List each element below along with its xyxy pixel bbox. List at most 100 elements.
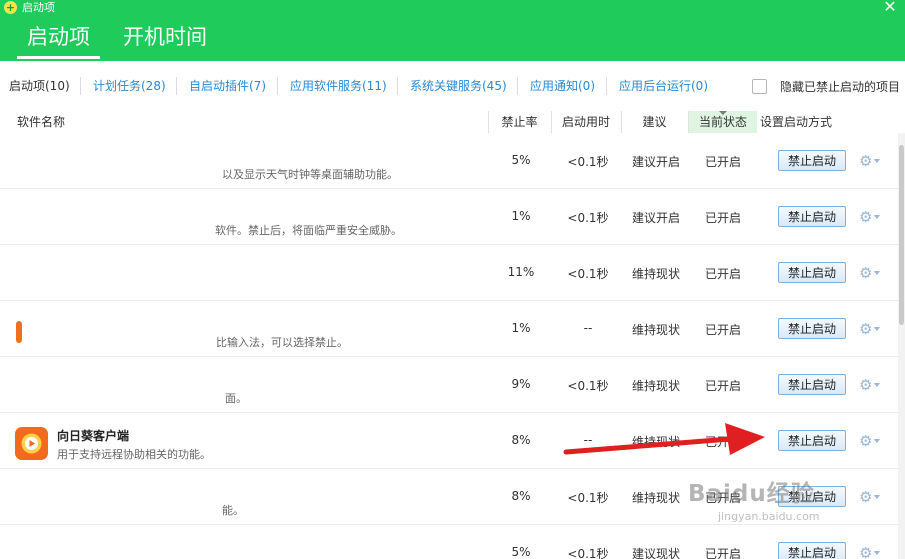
subtab-app-services[interactable]: 应用软件服务(11) bbox=[290, 79, 387, 93]
tab-divider bbox=[277, 77, 278, 95]
column-header-action[interactable]: 设置启动方式 bbox=[760, 111, 832, 133]
sort-down-icon bbox=[719, 111, 727, 115]
column-header-status-label: 当前状态 bbox=[698, 115, 747, 129]
item-disable-rate: 8% bbox=[511, 433, 531, 447]
item-disable-rate: 5% bbox=[511, 545, 531, 559]
table-row[interactable]: 11% <0.1秒 维持现状 已开启 禁止启动 ⚙ bbox=[0, 245, 905, 301]
subtab-system-services[interactable]: 系统关键服务(45) bbox=[410, 79, 507, 93]
column-header-status[interactable]: 当前状态 bbox=[689, 111, 757, 133]
column-header-rate[interactable]: 禁止率 bbox=[488, 111, 551, 133]
subtab-app-notifications[interactable]: 应用通知(0) bbox=[530, 79, 595, 93]
startup-settings-menu[interactable]: ⚙ bbox=[859, 208, 883, 226]
startup-settings-menu[interactable]: ⚙ bbox=[859, 152, 883, 170]
item-description: 比输入法，可以选择禁止。 bbox=[216, 336, 348, 349]
item-startup-time: <0.1秒 bbox=[567, 379, 609, 393]
chevron-down-icon bbox=[874, 495, 881, 499]
chevron-down-icon bbox=[874, 215, 881, 219]
table-header: 软件名称 禁止率 启动用时 建议 当前状态 设置启动方式 bbox=[0, 111, 905, 134]
tab-divider bbox=[80, 77, 81, 95]
item-status: 已开启 bbox=[704, 155, 741, 169]
startup-items-list: 以及显示天气时钟等桌面辅助功能。 5% <0.1秒 建议开启 已开启 禁止启动 … bbox=[0, 133, 905, 559]
sub-tab-bar: 启动项(10) 计划任务(28) 自启动插件(7) 应用软件服务(11) 系统关… bbox=[0, 61, 905, 112]
item-suggestion: 建议开启 bbox=[631, 211, 680, 225]
disable-startup-button[interactable]: 禁止启动 bbox=[778, 262, 846, 283]
startup-settings-menu[interactable]: ⚙ bbox=[859, 320, 883, 338]
disable-startup-button[interactable]: 禁止启动 bbox=[778, 206, 846, 227]
hide-disabled-toggle[interactable]: 隐藏已禁止启动的项目 bbox=[752, 78, 900, 95]
subtab-startup-items[interactable]: 启动项(10) bbox=[9, 79, 70, 93]
item-disable-rate: 1% bbox=[511, 321, 531, 335]
window-title: 启动项 bbox=[22, 1, 55, 14]
table-row[interactable]: 面。 9% <0.1秒 维持现状 已开启 禁止启动 ⚙ bbox=[0, 357, 905, 413]
table-row[interactable]: 能。 8% <0.1秒 维持现状 已开启 禁止启动 ⚙ bbox=[0, 469, 905, 525]
item-startup-time: -- bbox=[583, 433, 593, 447]
table-row[interactable]: 软件。禁止后，将面临严重安全威胁。 1% <0.1秒 建议开启 已开启 禁止启动… bbox=[0, 189, 905, 245]
hide-disabled-label: 隐藏已禁止启动的项目 bbox=[780, 80, 901, 94]
item-status: 已开启 bbox=[704, 435, 741, 449]
table-row[interactable]: 以及显示天气时钟等桌面辅助功能。 5% <0.1秒 建议开启 已开启 禁止启动 … bbox=[0, 133, 905, 189]
item-suggestion: 维持现状 bbox=[631, 491, 680, 505]
disable-startup-button[interactable]: 禁止启动 bbox=[778, 486, 846, 507]
column-header-name[interactable]: 软件名称 bbox=[17, 111, 65, 133]
gear-icon: ⚙ bbox=[859, 264, 873, 282]
item-disable-rate: 1% bbox=[511, 209, 531, 223]
gear-icon: ⚙ bbox=[859, 152, 873, 170]
tab-startup-items[interactable]: 启动项 bbox=[17, 23, 100, 59]
item-status: 已开启 bbox=[704, 379, 741, 393]
gear-icon: ⚙ bbox=[859, 432, 873, 450]
chevron-down-icon bbox=[874, 383, 881, 387]
tab-divider bbox=[606, 77, 607, 95]
startup-settings-menu[interactable]: ⚙ bbox=[859, 376, 883, 394]
app-logo-icon: + bbox=[4, 0, 17, 14]
item-disable-rate: 5% bbox=[511, 153, 531, 167]
item-description: 以及显示天气时钟等桌面辅助功能。 bbox=[222, 168, 398, 181]
startup-settings-menu[interactable]: ⚙ bbox=[859, 432, 883, 450]
item-status: 已开启 bbox=[704, 211, 741, 225]
scrollbar-thumb[interactable] bbox=[899, 145, 904, 325]
title-bar: + 启动项 ✕ 启动项 开机时间 bbox=[0, 0, 905, 61]
item-status: 已开启 bbox=[704, 547, 741, 559]
app-icon-partial bbox=[16, 321, 22, 343]
close-icon[interactable]: ✕ bbox=[883, 0, 897, 15]
subtab-autostart-plugins[interactable]: 自启动插件(7) bbox=[189, 79, 266, 93]
vertical-scrollbar[interactable] bbox=[898, 133, 905, 559]
startup-settings-menu[interactable]: ⚙ bbox=[859, 264, 883, 282]
item-suggestion: 维持现状 bbox=[631, 323, 680, 337]
item-suggestion: 维持现状 bbox=[631, 267, 680, 281]
tab-divider bbox=[517, 77, 518, 95]
startup-settings-menu[interactable]: ⚙ bbox=[859, 488, 883, 506]
disable-startup-button[interactable]: 禁止启动 bbox=[778, 374, 846, 395]
table-row[interactable]: 向日葵客户端 用于支持远程协助相关的功能。 8% -- 维持现状 已开启 禁止启… bbox=[0, 413, 905, 469]
item-disable-rate: 8% bbox=[511, 489, 531, 503]
table-row[interactable]: 5% <0.1秒 建议现状 已开启 禁止启动 ⚙ bbox=[0, 525, 905, 559]
subtab-scheduled-tasks[interactable]: 计划任务(28) bbox=[93, 79, 166, 93]
hide-disabled-checkbox[interactable] bbox=[752, 79, 767, 94]
item-status: 已开启 bbox=[704, 267, 741, 281]
chevron-down-icon bbox=[874, 551, 881, 555]
disable-startup-button[interactable]: 禁止启动 bbox=[778, 150, 846, 171]
gear-icon: ⚙ bbox=[859, 488, 873, 506]
item-startup-time: <0.1秒 bbox=[567, 211, 609, 225]
tab-boot-time[interactable]: 开机时间 bbox=[123, 23, 207, 51]
item-startup-time: <0.1秒 bbox=[567, 491, 609, 505]
disable-startup-button[interactable]: 禁止启动 bbox=[778, 542, 846, 559]
item-description: 用于支持远程协助相关的功能。 bbox=[57, 448, 211, 461]
disable-startup-button[interactable]: 禁止启动 bbox=[778, 430, 846, 451]
item-suggestion: 维持现状 bbox=[631, 435, 680, 449]
item-disable-rate: 9% bbox=[511, 377, 531, 391]
column-header-time[interactable]: 启动用时 bbox=[551, 111, 621, 133]
table-row[interactable]: 比输入法，可以选择禁止。 1% -- 维持现状 已开启 禁止启动 ⚙ bbox=[0, 301, 905, 357]
window-title-area: + 启动项 bbox=[4, 0, 55, 14]
gear-icon: ⚙ bbox=[859, 208, 873, 226]
chevron-down-icon bbox=[874, 327, 881, 331]
subtab-background-apps[interactable]: 应用后台运行(0) bbox=[619, 79, 708, 93]
item-suggestion: 维持现状 bbox=[631, 379, 680, 393]
tab-divider bbox=[397, 77, 398, 95]
item-suggestion: 建议现状 bbox=[631, 547, 680, 559]
item-startup-time: <0.1秒 bbox=[567, 267, 609, 281]
startup-settings-menu[interactable]: ⚙ bbox=[859, 544, 883, 559]
disable-startup-button[interactable]: 禁止启动 bbox=[778, 318, 846, 339]
item-status: 已开启 bbox=[704, 491, 741, 505]
gear-icon: ⚙ bbox=[859, 544, 873, 559]
column-header-suggestion[interactable]: 建议 bbox=[621, 111, 688, 133]
